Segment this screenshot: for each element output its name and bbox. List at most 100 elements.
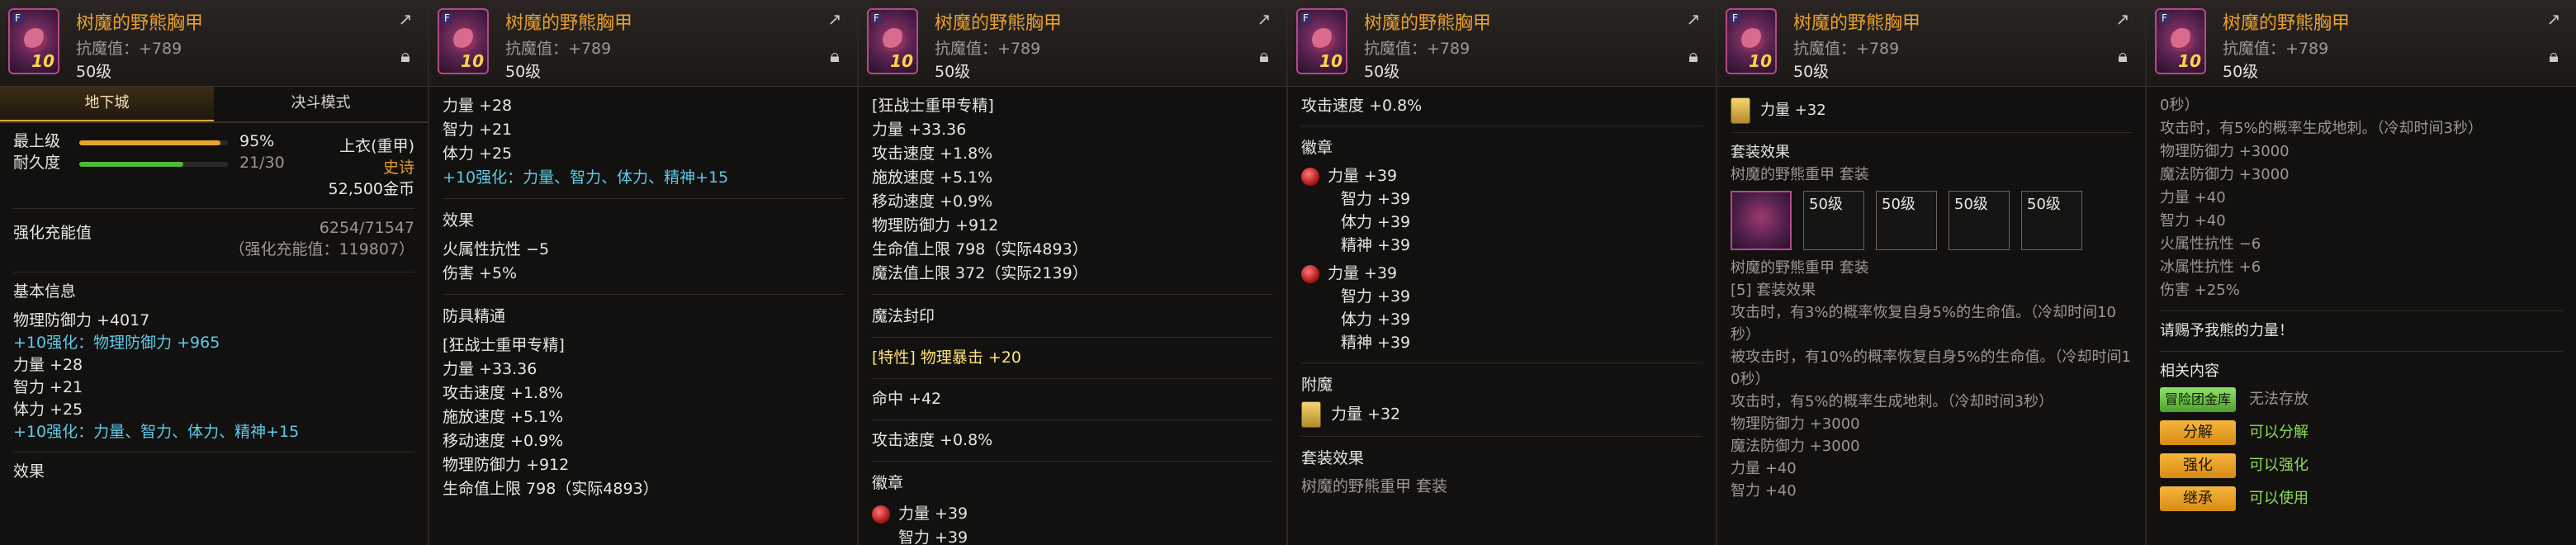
emblem-line: 体力 +39 bbox=[1341, 310, 1411, 329]
lock-icon[interactable]: 🔒︎ bbox=[1255, 46, 1273, 71]
share-icon[interactable]: ↗ bbox=[824, 10, 845, 28]
enchant-card-icon bbox=[1301, 401, 1321, 428]
share-icon[interactable]: ↗ bbox=[1253, 10, 1275, 28]
tooltip-strip: F 10 树魔的野熊胸甲 抗魔值：+789 50级 ↗ 🔒︎ 地下城 决斗模式 … bbox=[0, 0, 2576, 545]
tooltip-header: F 10 树魔的野熊胸甲 抗魔值：+789 50级 ↗ 🔒︎ bbox=[2147, 0, 2576, 87]
item-level: 50级 bbox=[505, 63, 542, 81]
set-line: 魔法防御力 +3000 bbox=[1731, 438, 1860, 455]
emblem-line: 力量 +39 bbox=[898, 505, 968, 523]
enchant-card-icon bbox=[1731, 97, 1750, 124]
enhance-button[interactable]: 强化 bbox=[2160, 453, 2236, 478]
divider bbox=[872, 378, 1273, 379]
tooltip-header: F 10 树魔的野熊胸甲 抗魔值：+789 50级 ↗ 🔒︎ bbox=[859, 0, 1286, 87]
emblem-line: 精神 +39 bbox=[1341, 236, 1411, 254]
set-item-shoes-icon[interactable]: 50级 bbox=[2021, 191, 2082, 250]
set-effect-title: 套装效果 bbox=[1301, 449, 1365, 467]
item-tooltip-panel-2: F 10 树魔的野熊胸甲 抗魔值：+789 50级 ↗ 🔒︎ 力量 +28 智力… bbox=[429, 0, 859, 545]
divider bbox=[443, 294, 844, 295]
tooltip-body: 攻击速度 +0.8% 徽章 力量 +39 智力 +39 体力 +39 精神 +3… bbox=[1288, 88, 1716, 545]
share-icon[interactable]: ↗ bbox=[1683, 10, 1704, 28]
lock-icon[interactable]: 🔒︎ bbox=[1684, 46, 1702, 71]
mastery-line: 力量 +33.36 bbox=[872, 121, 967, 139]
mana-line: 抗魔值：+789 bbox=[505, 40, 612, 58]
divider bbox=[2160, 351, 2563, 352]
set-item-belt-icon[interactable]: 50级 bbox=[1949, 191, 2010, 250]
emblem-title: 徽章 bbox=[1301, 139, 1333, 157]
stat-line: 智力 +21 bbox=[13, 378, 83, 396]
item-name: 树魔的野熊胸甲 bbox=[935, 13, 1063, 34]
item-tooltip-panel-6: F 10 树魔的野熊胸甲 抗魔值：+789 50级 ↗ 🔒︎ 0秒） 攻击时，有… bbox=[2147, 0, 2576, 545]
mana-line: 抗魔值：+789 bbox=[1793, 40, 1900, 58]
bear-face-icon bbox=[24, 28, 47, 51]
set-line: 魔法防御力 +3000 bbox=[2160, 166, 2290, 183]
emblem-line: 智力 +39 bbox=[1341, 190, 1411, 208]
set-line: 物理防御力 +3000 bbox=[1731, 415, 1860, 433]
effect-line: 伤害 +5% bbox=[443, 264, 518, 282]
tab-dungeon[interactable]: 地下城 bbox=[0, 87, 214, 121]
item-icon: F 10 bbox=[867, 8, 918, 74]
set-line: 被攻击时，有10%的概率恢复自身5%的生命值。（冷却时间1 bbox=[1731, 348, 2132, 366]
item-name: 树魔的野熊胸甲 bbox=[2223, 13, 2351, 34]
icon-tag: F bbox=[442, 12, 452, 24]
grade-bar bbox=[79, 140, 228, 145]
inherit-button[interactable]: 继承 bbox=[2160, 486, 2236, 511]
bear-face-icon bbox=[1741, 28, 1764, 51]
related-row: 冒险团金库 无法存放 bbox=[2160, 383, 2563, 416]
tooltip-body: 0秒） 攻击时，有5%的概率生成地刺。（冷却时间3秒） 物理防御力 +3000 … bbox=[2147, 88, 2576, 545]
lock-icon[interactable]: 🔒︎ bbox=[826, 46, 844, 71]
lock-icon[interactable]: 🔒︎ bbox=[2114, 46, 2132, 71]
set-line: 智力 +40 bbox=[1731, 482, 1797, 500]
icon-level: 10 bbox=[1319, 51, 1342, 71]
enhance-label: 强化充能值 bbox=[13, 224, 92, 242]
item-level: 50级 bbox=[2223, 63, 2259, 81]
set-line: 攻击时，有5%的概率生成地刺。（冷却时间3秒） bbox=[2160, 120, 2484, 137]
share-icon[interactable]: ↗ bbox=[2112, 10, 2133, 28]
enchant-line: 力量 +32 bbox=[1331, 405, 1401, 424]
mode-tabs: 地下城 决斗模式 bbox=[0, 87, 428, 123]
item-level: 50级 bbox=[935, 63, 971, 81]
divider bbox=[872, 419, 1273, 420]
stat-line: 力量 +28 bbox=[443, 97, 513, 115]
grade-label: 最上级 bbox=[13, 132, 61, 150]
durability-bar-fill bbox=[79, 162, 183, 167]
share-icon[interactable]: ↗ bbox=[395, 10, 416, 28]
bear-face-icon bbox=[1312, 28, 1335, 51]
tab-duel[interactable]: 决斗模式 bbox=[214, 87, 428, 121]
mana-line: 抗魔值：+789 bbox=[1364, 40, 1470, 58]
mana-line: 抗魔值：+789 bbox=[935, 40, 1041, 58]
durability-bar bbox=[79, 162, 228, 167]
set-line: 攻击时，有5%的概率生成地刺。（冷却时间3秒） bbox=[1731, 393, 2054, 410]
emblem-line: 智力 +39 bbox=[1341, 287, 1411, 306]
red-emblem-icon bbox=[1301, 167, 1319, 186]
set-item-pants-icon[interactable]: 50级 bbox=[1876, 191, 1937, 250]
set-item-shoulder-icon[interactable]: 50级 bbox=[1803, 191, 1864, 250]
item-icon: F 10 bbox=[8, 8, 59, 74]
enhance-sub: （强化充能值：119807） bbox=[229, 240, 414, 258]
lock-icon[interactable]: 🔒︎ bbox=[396, 46, 414, 71]
set-line: 伤害 +25% bbox=[2160, 282, 2240, 299]
item-icon: F 10 bbox=[1296, 8, 1347, 74]
set-line: 冰属性抗性 +6 bbox=[2160, 258, 2261, 276]
icon-level: 10 bbox=[461, 51, 484, 71]
lock-icon[interactable]: 🔒︎ bbox=[2545, 46, 2563, 71]
emblem-line: 体力 +39 bbox=[1341, 213, 1411, 231]
item-name: 树魔的野熊胸甲 bbox=[1364, 13, 1492, 34]
item-icon: F 10 bbox=[438, 8, 489, 74]
stat-line: 体力 +25 bbox=[13, 400, 83, 419]
tooltip-body: [狂战士重甲专精] 力量 +33.36 攻击速度 +1.8% 施放速度 +5.1… bbox=[859, 88, 1286, 545]
icon-level: 10 bbox=[31, 51, 54, 71]
grade-value: 95% bbox=[239, 132, 275, 150]
mana-line: 抗魔值：+789 bbox=[2223, 40, 2329, 58]
tooltip-header: F 10 树魔的野熊胸甲 抗魔值：+789 50级 ↗ 🔒︎ bbox=[1288, 0, 1716, 87]
tooltip-header: F 10 树魔的野熊胸甲 抗魔值：+789 50级 ↗ 🔒︎ bbox=[1717, 0, 2145, 87]
adventure-vault-button[interactable]: 冒险团金库 bbox=[2160, 387, 2236, 412]
set-item-chest-icon[interactable] bbox=[1731, 191, 1792, 250]
tooltip-body: 力量 +32 套装效果 树魔的野熊重甲 套装 50级 50级 50级 50级 树… bbox=[1717, 88, 2145, 545]
share-icon[interactable]: ↗ bbox=[2543, 10, 2564, 28]
disassemble-button[interactable]: 分解 bbox=[2160, 420, 2236, 445]
effect-title: 效果 bbox=[443, 211, 475, 230]
item-icon: F 10 bbox=[1726, 8, 1777, 74]
item-tooltip-panel-1: F 10 树魔的野熊胸甲 抗魔值：+789 50级 ↗ 🔒︎ 地下城 决斗模式 … bbox=[0, 0, 429, 545]
set-line: 火属性抗性 −6 bbox=[2160, 235, 2261, 253]
mastery-line: 攻击速度 +1.8% bbox=[443, 384, 564, 402]
